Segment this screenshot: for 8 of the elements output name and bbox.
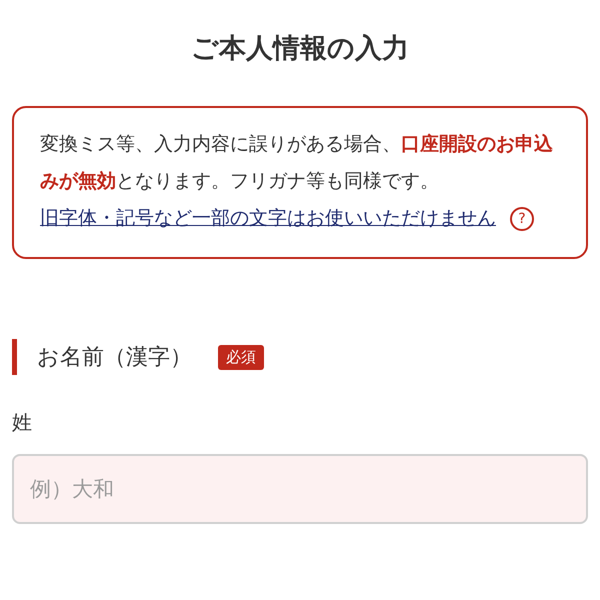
field-label: 姓 — [12, 409, 33, 436]
help-icon[interactable]: ? — [510, 206, 534, 231]
notice-text: 変換ミス等、入力内容に誤りがある場合、口座開設のお申込みが無効となります。フリガナ等も同様です。 旧字体・記号など一部の文字はお使いいただけません ? — [40, 132, 554, 233]
required-badge: 必須 — [218, 344, 264, 370]
input-field[interactable]: 例）大和 — [12, 454, 588, 524]
notice-link[interactable]: 旧字体・記号など一部の文字はお使いいただけません — [40, 207, 496, 229]
page-title: ご本人情報の入力 — [190, 32, 410, 66]
section-heading: お名前（漢字） — [37, 344, 192, 372]
